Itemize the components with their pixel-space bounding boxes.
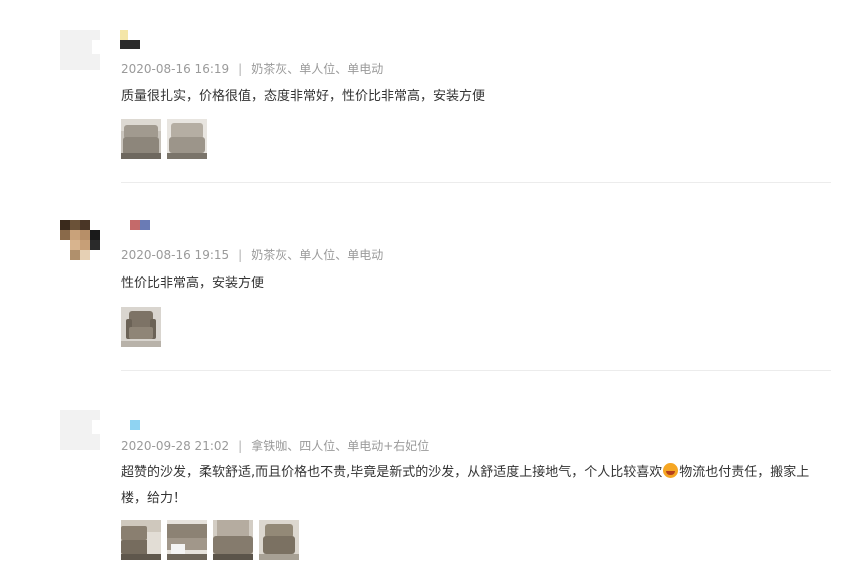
- avatar: [60, 30, 100, 70]
- review-photo[interactable]: [213, 520, 253, 560]
- username-masked: [120, 420, 140, 430]
- review-photos: [121, 119, 211, 159]
- review-meta: 2020-08-16 16:19 | 奶茶灰、单人位、单电动: [121, 60, 383, 77]
- review-photos: [121, 307, 161, 347]
- review-photo[interactable]: [259, 520, 299, 560]
- review-date: 2020-08-16 16:19: [121, 62, 230, 76]
- smiling-face-heart-eyes-icon: [663, 463, 679, 478]
- meta-separator: |: [238, 62, 243, 76]
- review-content: 超赞的沙发，柔软舒适,而且价格也不贵,毕竟是新式的沙发，从舒适度上接地气，个人比…: [121, 460, 826, 512]
- avatar: [60, 220, 100, 260]
- meta-separator: |: [238, 439, 243, 453]
- review-photo[interactable]: [121, 119, 161, 159]
- review-photo[interactable]: [167, 119, 207, 159]
- review-specs: 拿铁咖、四人位、单电动+右妃位: [251, 439, 430, 453]
- review-content-text: 超赞的沙发，柔软舒适,而且价格也不贵,毕竟是新式的沙发，从舒适度上接地气，个人比…: [121, 465, 663, 480]
- review-content: 性价比非常高，安装方便: [121, 276, 265, 291]
- review-photo[interactable]: [121, 520, 161, 560]
- username-masked: [120, 30, 140, 49]
- review-specs: 奶茶灰、单人位、单电动: [251, 62, 384, 76]
- review-date: 2020-09-28 21:02: [121, 439, 230, 453]
- review-meta: 2020-09-28 21:02 | 拿铁咖、四人位、单电动+右妃位: [121, 437, 429, 454]
- review-meta: 2020-08-16 19:15 | 奶茶灰、单人位、单电动: [121, 246, 383, 263]
- meta-separator: |: [238, 248, 243, 262]
- divider: [121, 370, 831, 371]
- avatar: [60, 410, 100, 450]
- review-date: 2020-08-16 19:15: [121, 248, 230, 262]
- username-masked: [120, 220, 150, 230]
- review-photo[interactable]: [121, 307, 161, 347]
- review-content: 质量很扎实，价格很值，态度非常好，性价比非常高，安装方便: [121, 89, 486, 104]
- review-specs: 奶茶灰、单人位、单电动: [251, 248, 384, 262]
- review-photos: [121, 520, 301, 560]
- divider: [121, 182, 831, 183]
- review-photo[interactable]: [167, 520, 207, 560]
